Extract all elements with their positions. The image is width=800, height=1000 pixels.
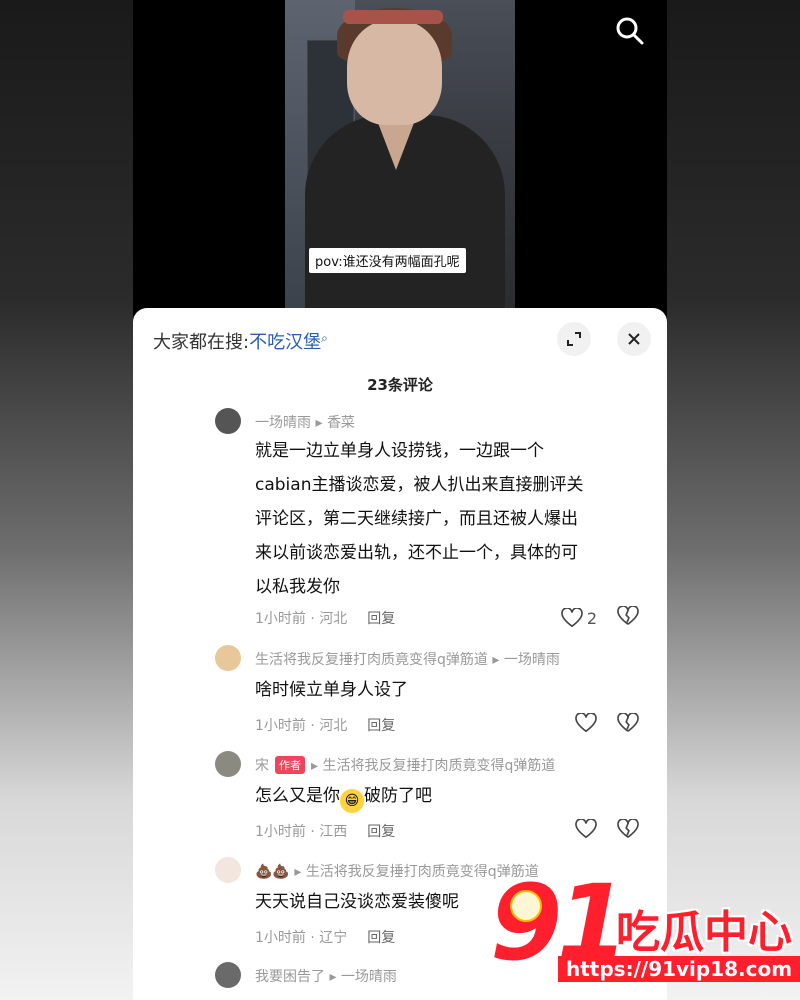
video-player[interactable]: pov:谁还没有两幅面孔呢: [285, 0, 515, 310]
comment-text-line: 评论区，第二天继续接广，而且还被人爆出: [255, 509, 578, 529]
comment-text: 就是一边立单身人设捞钱，一边跟一个 cabian主播谈恋爱，被人扒出来直接删评关…: [255, 434, 583, 604]
like-button[interactable]: 2: [560, 608, 597, 628]
comment-time-location: 1小时前 · 辽宁: [255, 930, 348, 946]
dislike-broken-heart-icon[interactable]: [617, 712, 639, 737]
phone-screen: pov:谁还没有两幅面孔呢 大家都在搜:不吃汉堡⌕ 23条评论 一场晴雨 ▸ 香…: [133, 0, 667, 1000]
comment-meta: 我要困告了 ▸ 一场晴雨: [255, 966, 397, 986]
comment-text-line: 来以前谈恋爱出轨，还不止一个，具体的可: [255, 543, 578, 563]
comment-text-line: cabian主播谈恋爱，被人扒出来直接删评关: [255, 475, 584, 495]
watermark-face-icon: [510, 890, 542, 922]
heart-icon[interactable]: [575, 712, 597, 737]
comment-username[interactable]: 宋: [255, 758, 269, 774]
avatar[interactable]: [215, 751, 241, 777]
comment-footer: 1小时前 · 河北 回复: [255, 608, 395, 628]
comment-time-location: 1小时前 · 河北: [255, 718, 348, 734]
reply-to-username[interactable]: 一场晴雨: [341, 969, 397, 985]
video-caption: pov:谁还没有两幅面孔呢: [309, 248, 466, 273]
comment-text: 怎么又是你 😁 破防了吧: [255, 779, 432, 813]
comment-footer: 1小时前 · 江西 回复: [255, 821, 395, 841]
comment-meta: 宋作者 ▸ 生活将我反复捶打肉质竟变得q弹筋道: [255, 755, 555, 775]
comment-actions: [575, 818, 639, 843]
expand-icon[interactable]: [557, 322, 591, 356]
comment-item: 一场晴雨 ▸ 香菜 就是一边立单身人设捞钱，一边跟一个 cabian主播谈恋爱，…: [215, 408, 645, 638]
comment-count: 23条评论: [367, 376, 433, 394]
comment-time-location: 1小时前 · 河北: [255, 611, 348, 627]
reply-to-username[interactable]: 香菜: [327, 415, 355, 431]
search-suggestion-prefix: 大家都在搜:: [153, 332, 250, 353]
comment-text-before-emoji: 怎么又是你: [255, 786, 340, 806]
comment-text-after-emoji: 破防了吧: [364, 786, 432, 806]
comment-meta: 生活将我反复捶打肉质竟变得q弹筋道 ▸ 一场晴雨: [255, 649, 560, 669]
watermark-logo: 91 吃瓜中心 https://91vip18.com: [490, 862, 800, 1000]
search-suggestion[interactable]: 大家都在搜:不吃汉堡⌕: [153, 328, 328, 354]
search-icon[interactable]: [613, 14, 647, 48]
comment-meta: 一场晴雨 ▸ 香菜: [255, 412, 355, 432]
comment-username[interactable]: 生活将我反复捶打肉质竟变得q弹筋道: [255, 652, 488, 668]
reply-arrow-icon: ▸: [329, 969, 341, 985]
reply-arrow-icon: ▸: [492, 652, 504, 668]
dislike-broken-heart-icon[interactable]: [617, 818, 639, 843]
reply-arrow-icon: ▸: [315, 415, 327, 431]
reply-arrow-icon: ▸: [311, 758, 323, 774]
reply-button[interactable]: 回复: [367, 715, 395, 735]
search-small-icon: ⌕: [321, 331, 328, 345]
watermark-url: https://91vip18.com: [558, 956, 800, 982]
comment-actions: [575, 712, 639, 737]
reply-button[interactable]: 回复: [367, 608, 395, 628]
author-badge: 作者: [275, 756, 305, 774]
heart-icon: [560, 608, 583, 628]
close-icon[interactable]: [617, 322, 651, 356]
comment-item: 宋作者 ▸ 生活将我反复捶打肉质竟变得q弹筋道 怎么又是你 😁 破防了吧 1小时前 ·…: [215, 751, 645, 851]
reply-button[interactable]: 回复: [367, 927, 395, 947]
avatar[interactable]: [215, 962, 241, 988]
avatar[interactable]: [215, 857, 241, 883]
comment-item: 生活将我反复捶打肉质竟变得q弹筋道 ▸ 一场晴雨 啥时候立单身人设了 1小时前 …: [215, 645, 645, 745]
grin-emoji-icon: 😁: [340, 789, 364, 813]
reply-arrow-icon: ▸: [294, 864, 306, 880]
reply-to-username[interactable]: 一场晴雨: [504, 652, 560, 668]
watermark-name: 吃瓜中心: [616, 907, 792, 958]
reply-button[interactable]: 回复: [367, 821, 395, 841]
comment-time-location: 1小时前 · 江西: [255, 824, 348, 840]
comment-text: 啥时候立单身人设了: [255, 680, 408, 700]
avatar[interactable]: [215, 408, 241, 434]
comment-footer: 1小时前 · 辽宁 回复: [255, 927, 395, 947]
comment-text: 天天说自己没谈恋爱装傻呢: [255, 892, 459, 912]
comment-username[interactable]: 一场晴雨: [255, 415, 311, 431]
comment-username[interactable]: 我要困告了: [255, 969, 325, 985]
comment-text-line: 以私我发你: [255, 577, 340, 597]
comment-footer: 1小时前 · 河北 回复: [255, 715, 395, 735]
video-person-face: [347, 20, 442, 125]
comment-actions: 2: [560, 605, 639, 630]
dislike-broken-heart-icon[interactable]: [617, 605, 639, 630]
video-person-headband: [343, 10, 443, 24]
like-count: 2: [586, 608, 597, 628]
reply-to-username[interactable]: 生活将我反复捶打肉质竟变得q弹筋道: [322, 758, 555, 774]
avatar[interactable]: [215, 645, 241, 671]
search-suggestion-term[interactable]: 不吃汉堡: [249, 332, 321, 353]
heart-icon[interactable]: [575, 818, 597, 843]
comment-username[interactable]: 💩💩: [255, 864, 290, 880]
comment-text-line: 就是一边立单身人设捞钱，一边跟一个: [255, 441, 544, 461]
